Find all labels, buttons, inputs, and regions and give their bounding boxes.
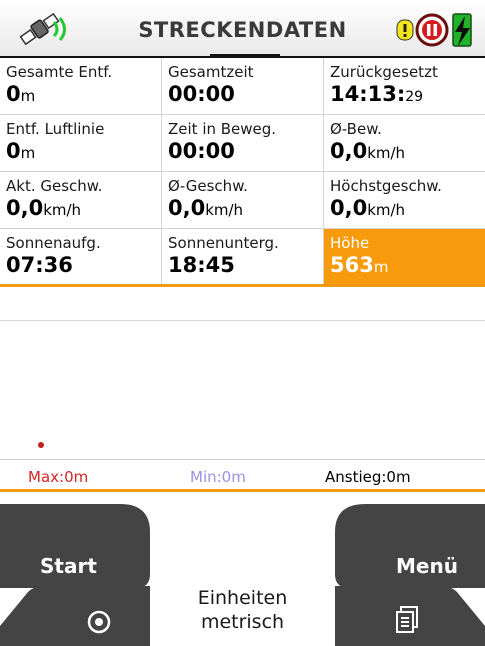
cell-value: 0m	[6, 139, 36, 163]
pages-button[interactable]	[335, 592, 485, 646]
track-data-screen: STRECKENDATEN Gesamte Entf. 0m Gesamtzei…	[0, 0, 485, 646]
cell-label: Entf. Luftlinie	[6, 120, 105, 138]
status-icon-group	[396, 13, 472, 47]
cell-value: 14:13:29	[330, 82, 424, 106]
cell-value: 18:45	[168, 253, 235, 277]
bottom-toolbar: Start Menü Einheiten metrisch	[0, 494, 485, 646]
cell-label: Sonnenunterg.	[168, 234, 279, 252]
cell-altitude[interactable]: Höhe 563m	[324, 229, 485, 286]
cell-value: 0,0km/h	[330, 196, 406, 220]
cell-max-speed[interactable]: Höchstgeschw. 0,0km/h	[324, 172, 485, 229]
data-grid: Gesamte Entf. 0m Gesamtzeit 00:00 Zurück…	[0, 58, 485, 286]
cell-total-distance[interactable]: Gesamte Entf. 0m	[0, 58, 162, 115]
cell-value: 0,0km/h	[330, 139, 406, 163]
cell-value: 00:00	[168, 139, 235, 163]
cell-label: Ø-Geschw.	[168, 177, 248, 195]
target-button[interactable]	[0, 592, 150, 646]
grid-bottom-divider	[0, 284, 485, 287]
elevation-stats: Max:0m Min:0m Anstieg:0m	[0, 459, 485, 492]
cell-label: Höhe	[330, 234, 370, 252]
cell-current-speed[interactable]: Akt. Geschw. 0,0km/h	[0, 172, 162, 229]
cell-moving-time[interactable]: Zeit in Beweg. 00:00	[162, 115, 324, 172]
cell-sunset[interactable]: Sonnenunterg. 18:45	[162, 229, 324, 286]
cell-value: 563m	[330, 253, 389, 277]
title-underline	[210, 54, 280, 57]
total-ascent: Anstieg:0m	[325, 468, 411, 486]
cell-value: 0,0km/h	[168, 196, 244, 220]
units-value: metrisch	[200, 611, 285, 633]
position-marker	[38, 442, 44, 448]
cell-label: Zurückgesetzt	[330, 63, 438, 81]
info-icon	[396, 19, 414, 41]
cell-value: 00:00	[168, 82, 235, 106]
stats-bottom-divider	[0, 489, 485, 492]
units-indicator[interactable]: Einheiten metrisch	[170, 586, 315, 634]
cell-reset-time[interactable]: Zurückgesetzt 14:13:29	[324, 58, 485, 115]
header-bar: STRECKENDATEN	[0, 0, 485, 58]
cell-value: 0,0km/h	[6, 196, 82, 220]
menu-button-label: Menü	[396, 554, 458, 578]
pages-icon	[396, 606, 418, 633]
cell-total-time[interactable]: Gesamtzeit 00:00	[162, 58, 324, 115]
min-elevation: Min:0m	[190, 468, 246, 486]
cell-value: 0m	[6, 82, 36, 106]
units-label: Einheiten	[197, 587, 288, 609]
cell-label: Gesamtzeit	[168, 63, 254, 81]
pause-icon[interactable]	[415, 13, 449, 47]
start-button[interactable]: Start	[0, 504, 150, 588]
cell-avg-moving-speed[interactable]: Ø-Bew. 0,0km/h	[324, 115, 485, 172]
graph-divider	[0, 320, 485, 321]
max-elevation: Max:0m	[28, 468, 89, 486]
start-button-label: Start	[40, 554, 97, 578]
cell-label: Sonnenaufg.	[6, 234, 101, 252]
elevation-graph[interactable]	[0, 288, 485, 458]
cell-label: Zeit in Beweg.	[168, 120, 277, 138]
target-icon	[87, 610, 111, 634]
cell-sunrise[interactable]: Sonnenaufg. 07:36	[0, 229, 162, 286]
cell-label: Höchstgeschw.	[330, 177, 442, 195]
cell-label: Akt. Geschw.	[6, 177, 103, 195]
cell-label: Gesamte Entf.	[6, 63, 113, 81]
battery-charging-icon	[452, 13, 472, 47]
menu-button[interactable]: Menü	[335, 504, 485, 588]
cell-straight-distance[interactable]: Entf. Luftlinie 0m	[0, 115, 162, 172]
cell-avg-speed[interactable]: Ø-Geschw. 0,0km/h	[162, 172, 324, 229]
cell-label: Ø-Bew.	[330, 120, 382, 138]
cell-value: 07:36	[6, 253, 73, 277]
